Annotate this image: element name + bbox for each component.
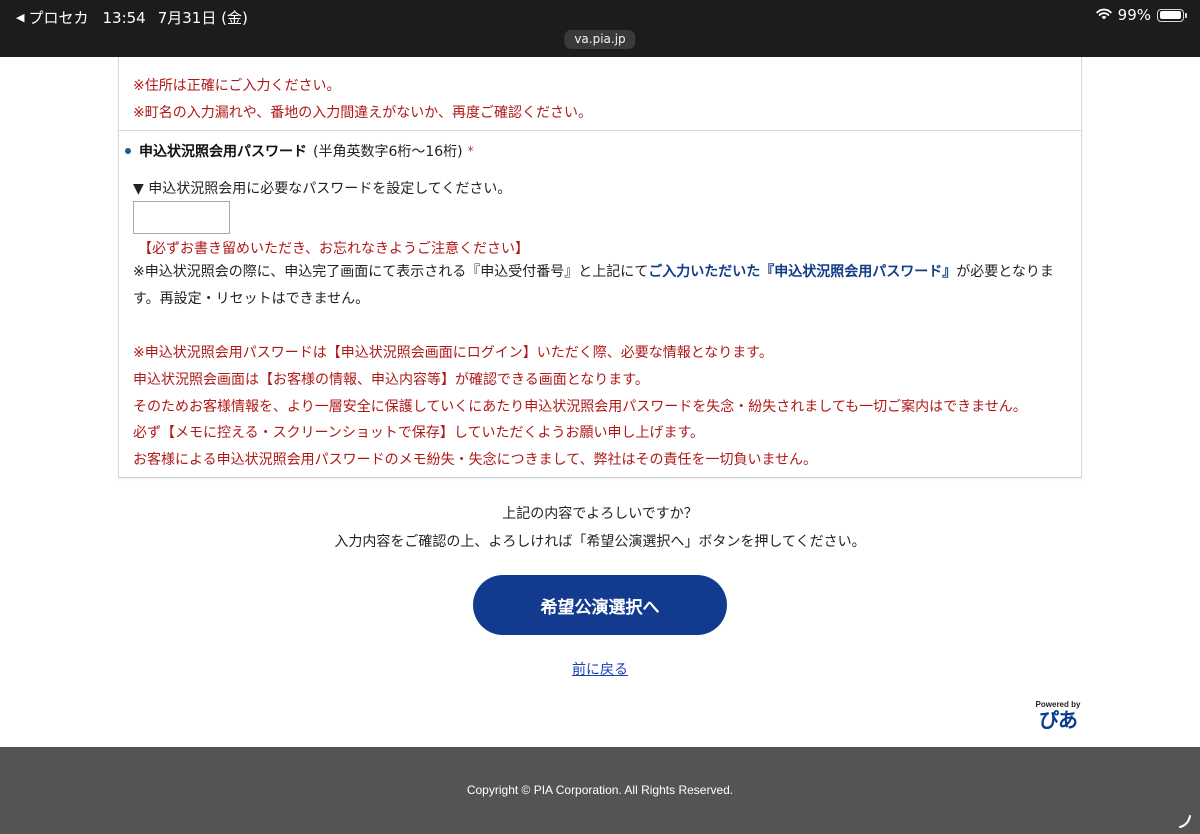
footer: Copyright © PIA Corporation. All Rights … [0, 747, 1200, 834]
address-note: ※住所は正確にご入力ください。 [133, 78, 341, 94]
wifi-icon [1095, 6, 1112, 24]
pia-logo: ぴあ [1039, 708, 1078, 732]
status-time: 13:54 [102, 8, 146, 27]
back-link[interactable]: 前に戻る [572, 662, 628, 678]
copyright-text: Copyright © PIA Corporation. All Rights … [466, 783, 734, 797]
required-mark: * [467, 144, 474, 158]
confirm-question: 上記の内容でよろしいですか？ [502, 506, 698, 522]
warning-line: お客様による申込状況照会用パスワードのメモ紛失・失念につきまして、弊社はその責任… [133, 452, 818, 468]
status-date: 7月31日 (金) [157, 9, 248, 27]
password-field-label: 申込状況照会用パスワード [139, 144, 307, 160]
address-notes: ※住所は正確にご入力ください。 ※町名の入力漏れや、番地の入力間違えがないか、再… [133, 73, 592, 127]
password-warnings: ※申込状況照会用パスワードは【申込状況照会画面にログイン】いただく際、必要な情報… [133, 340, 1027, 474]
status-bar: ◀ プロセカ 13:54 7月31日 (金) 99% va.pia.jp [0, 0, 1200, 57]
lookup-note-emphasis: ご入力いただいた『申込状況照会用パスワード』 [648, 264, 957, 280]
next-performance-select-button[interactable]: 希望公演選択へ [473, 575, 727, 635]
battery-icon [1157, 8, 1187, 22]
resize-handle-icon [1179, 815, 1191, 828]
lookup-note: ※申込状況照会の際に、申込完了画面にて表示される『申込受付番号』と上記にてご入力… [133, 259, 1073, 313]
back-to-app-icon[interactable]: ◀ [16, 11, 24, 24]
password-field-hint: (半角英数字6桁〜16桁) [313, 144, 463, 160]
section-divider [119, 130, 1081, 131]
confirm-message: 上記の内容でよろしいですか？ 入力内容をご確認の上、よろしければ「希望公演選択へ… [0, 500, 1200, 556]
powered-by-logo: Powered by ぴあ [1032, 701, 1084, 732]
password-field-heading: 申込状況照会用パスワード (半角英数字6桁〜16桁) * [125, 141, 474, 161]
warning-line: 必ず【メモに控える・スクリーンショットで保存】していただくようお願い申し上げます… [133, 425, 705, 442]
back-to-app-label[interactable]: プロセカ [28, 7, 88, 28]
form-panel: ※住所は正確にご入力ください。 ※町名の入力漏れや、番地の入力間違えがないか、再… [118, 57, 1082, 478]
back-link-row: 前に戻る [0, 659, 1200, 679]
warning-line: 申込状況照会画面は【お客様の情報、申込内容等】が確認できる画面となります。 [133, 371, 649, 388]
battery-percent: 99% [1117, 6, 1151, 24]
warning-line: そのためお客様情報を、より一層安全に保護していくにあたり申込状況照会用パスワード… [133, 398, 1027, 415]
address-note: ※町名の入力漏れや、番地の入力間違えがないか、再度ご確認ください。 [133, 105, 593, 121]
remember-warning: 【必ずお書き留めいただき、お忘れなきようご注意ください】 [138, 241, 530, 257]
lookup-note-text: ※申込状況照会の際に、申込完了画面にて表示される『申込受付番号』と上記にて [133, 264, 649, 280]
password-input[interactable] [133, 201, 230, 234]
confirm-instruction: 入力内容をご確認の上、よろしければ「希望公演選択へ」ボタンを押してください。 [334, 534, 866, 550]
bullet-icon [125, 148, 131, 154]
battery-fill [1159, 11, 1182, 19]
status-bar-left: ◀ プロセカ 13:54 7月31日 (金) [16, 7, 248, 28]
url-bar[interactable]: va.pia.jp [564, 30, 636, 49]
password-instruction: ▼ 申込状況照会用に必要なパスワードを設定してください。 [133, 181, 512, 197]
status-bar-right: 99% [1095, 6, 1187, 24]
warning-line: ※申込状況照会用パスワードは【申込状況照会画面にログイン】いただく際、必要な情報… [133, 345, 773, 361]
